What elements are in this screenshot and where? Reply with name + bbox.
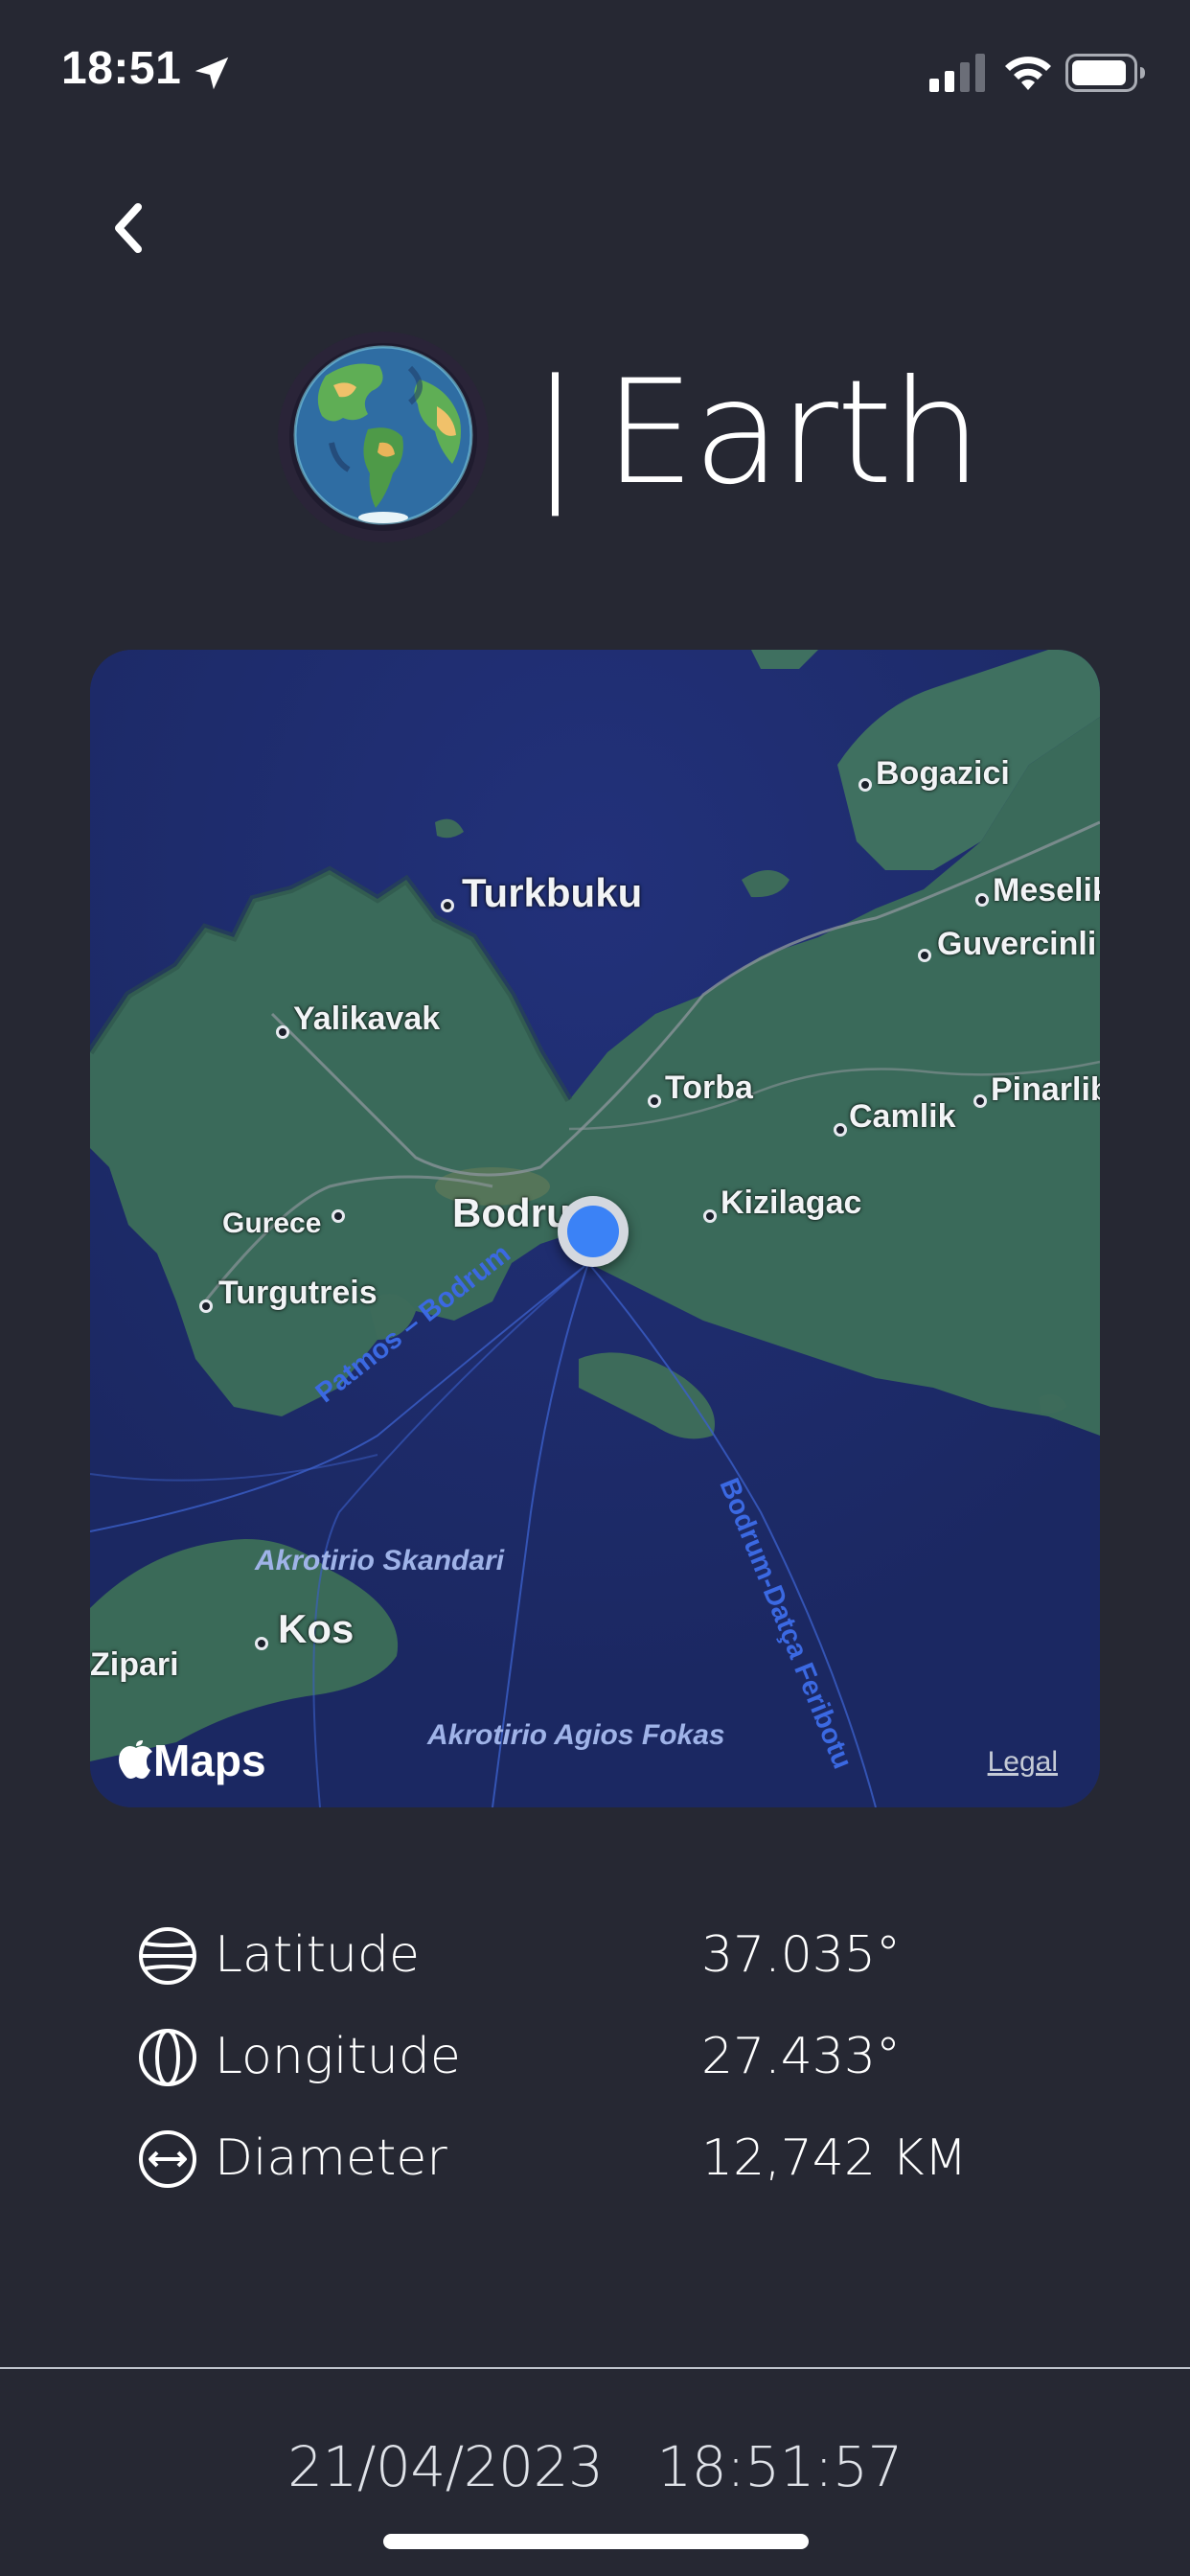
water-label-agios-fokas: Akrotirio Agios Fokas (427, 1719, 725, 1751)
diameter-value: 12,742 KM (701, 2129, 968, 2187)
town-dot (199, 1300, 213, 1313)
latitude-row: Latitude 37.035° (138, 1917, 1000, 1993)
place-label-turgutreis: Turgutreis (218, 1275, 378, 1311)
diameter-label: Diameter (215, 2129, 447, 2187)
footer-divider (0, 2367, 1190, 2369)
town-dot (441, 899, 454, 912)
place-label-gurece: Gurece (222, 1208, 322, 1239)
footer-date: 21/04/2023 (287, 2434, 604, 2499)
diameter-row: Diameter 12,742 KM (138, 2120, 1000, 2196)
footer-time: 18:51:57 (656, 2434, 903, 2499)
place-label-kizilagac: Kizilagac (721, 1184, 862, 1221)
town-dot (973, 1094, 987, 1108)
earth-globe-icon (278, 332, 489, 542)
place-label-zipari: Zipari (90, 1646, 179, 1683)
place-label-meselik: Meselik (993, 872, 1100, 908)
town-dot (255, 1637, 268, 1650)
wifi-icon (1005, 57, 1051, 90)
water-label-skandari: Akrotirio Skandari (255, 1545, 505, 1576)
status-time: 18:51 (61, 43, 182, 94)
town-dot (648, 1094, 661, 1108)
longitude-globe-icon (139, 2029, 196, 2086)
town-dot (276, 1025, 289, 1039)
current-location-marker[interactable] (558, 1196, 629, 1267)
place-label-turkbuku: Turkbuku (462, 870, 643, 915)
chevron-left-icon (115, 203, 142, 253)
home-indicator[interactable] (383, 2534, 809, 2549)
place-label-torba: Torba (665, 1070, 753, 1106)
place-label-pinarlibelen: Pinarlib (991, 1071, 1100, 1108)
title-text: Earth (604, 350, 982, 517)
latitude-value: 37.035° (701, 1926, 901, 1984)
place-label-camlik: Camlik (849, 1098, 956, 1135)
latitude-label: Latitude (215, 1926, 421, 1984)
screen: 18:51 | Earth Bogazici Turkbuku Meselik … (0, 0, 1190, 2576)
town-dot (918, 949, 931, 962)
location-arrow-icon (195, 57, 229, 90)
town-dot (834, 1123, 847, 1137)
town-dot (858, 778, 872, 792)
longitude-row: Longitude 27.433° (138, 2018, 1000, 2095)
title-separator: | (531, 350, 580, 517)
place-label-yalikavak: Yalikavak (293, 1000, 441, 1037)
place-label-bogazici: Bogazici (876, 755, 1010, 792)
place-label-bodrum: Bodru (452, 1190, 571, 1235)
maps-brand: Maps (119, 1735, 266, 1786)
cellular-signal-icon (929, 54, 985, 92)
diameter-arrows-icon (139, 2130, 196, 2188)
town-dot (975, 893, 989, 907)
apple-logo-icon (119, 1740, 152, 1779)
back-button[interactable] (92, 192, 165, 264)
footer-datetime: 21/04/2023 18:51:57 (0, 2434, 1190, 2499)
legal-link[interactable]: Legal (988, 1746, 1058, 1779)
town-dot (703, 1209, 717, 1223)
longitude-value: 27.433° (701, 2028, 901, 2085)
map-view[interactable]: Bogazici Turkbuku Meselik Guvercinli Yal… (90, 650, 1100, 1807)
town-dot (332, 1209, 345, 1223)
battery-icon (1065, 54, 1145, 92)
place-label-kos: Kos (278, 1606, 355, 1651)
latitude-globe-icon (139, 1927, 196, 1985)
place-label-guvercinlik: Guvercinli (937, 926, 1097, 962)
longitude-label: Longitude (215, 2028, 461, 2085)
maps-brand-text: Maps (153, 1736, 266, 1785)
page-title: | Earth (531, 347, 982, 519)
